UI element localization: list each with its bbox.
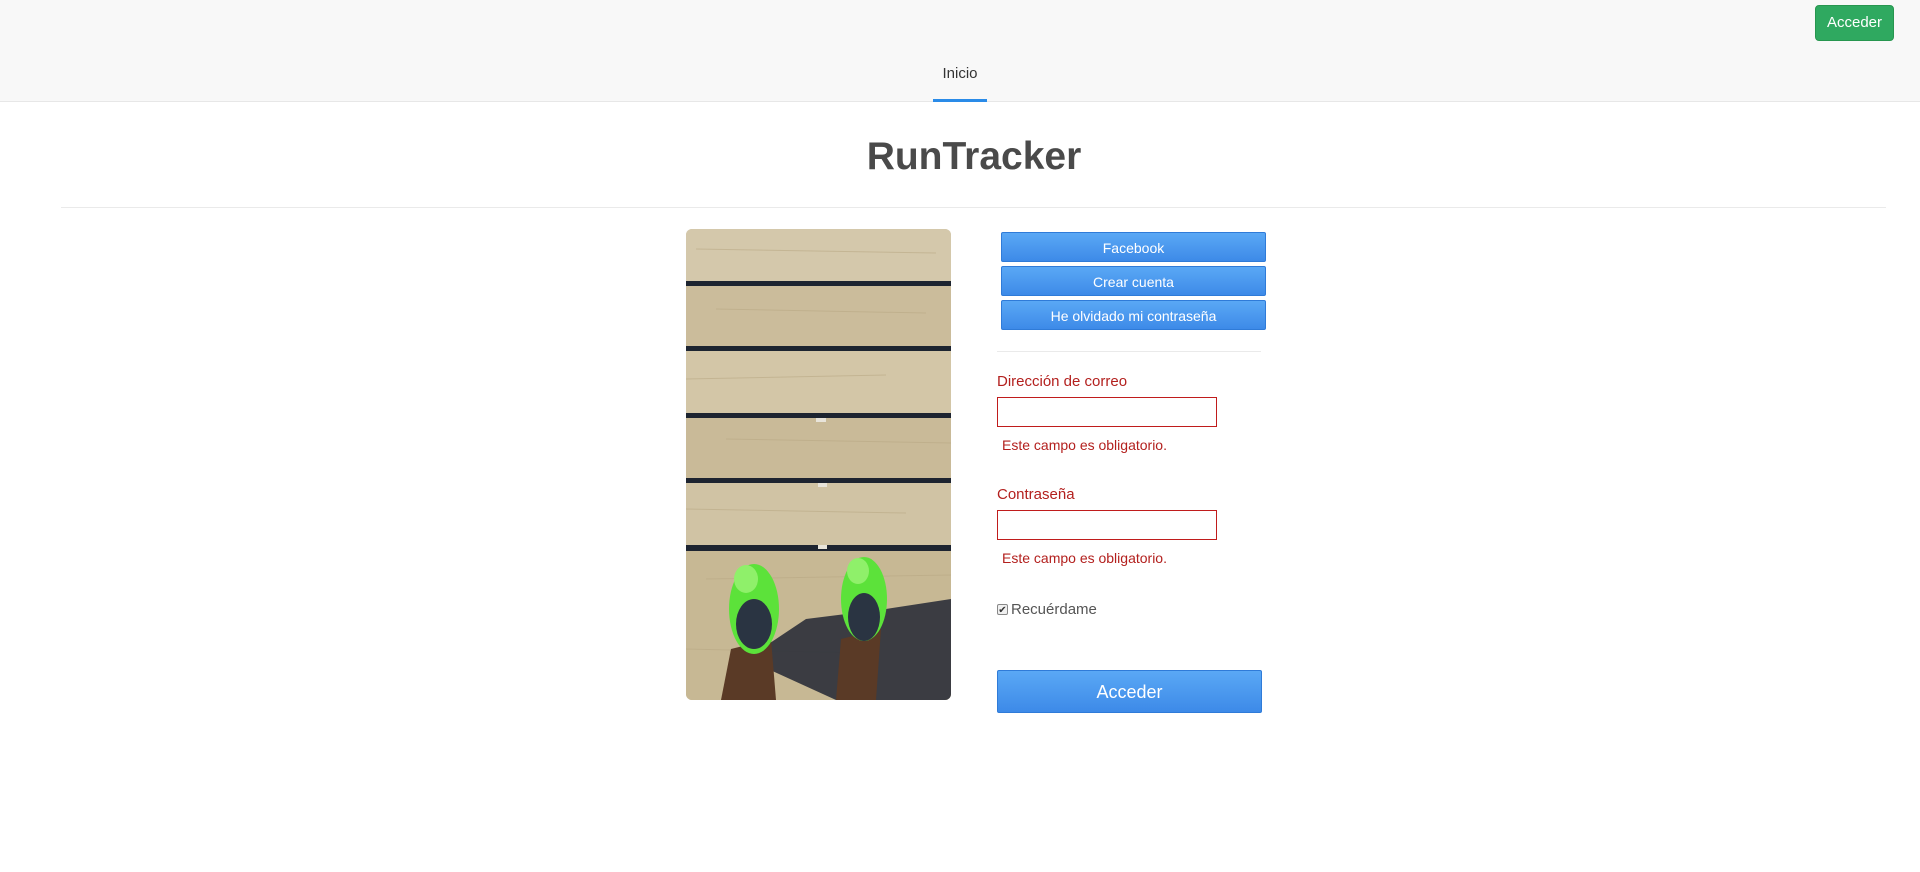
remember-me-row: ✔ Recuérdame [997,601,1097,618]
email-field[interactable] [997,397,1217,427]
create-account-button[interactable]: Crear cuenta [1001,266,1266,296]
running-shoes-photo-icon [686,229,951,700]
remember-me-checkbox[interactable]: ✔ [997,604,1008,616]
tab-inicio[interactable]: Inicio [933,50,987,102]
password-error-text: Este campo es obligatorio. [1002,550,1167,566]
nav-login-button[interactable]: Acceder [1814,5,1894,41]
page-title: RunTracker [866,135,1082,178]
hero-photo [686,229,951,700]
facebook-login-button[interactable]: Facebook [1001,232,1266,262]
email-error-text: Este campo es obligatorio. [1002,437,1167,453]
header-divider [61,207,1886,208]
top-navbar: Acceder Inicio [0,0,1920,102]
email-label: Dirección de correo [997,373,1128,390]
password-field[interactable] [997,510,1217,540]
remember-me-label[interactable]: Recuérdame [1011,601,1097,618]
forgot-password-button[interactable]: He olvidado mi contraseña [1001,300,1266,330]
login-submit-button[interactable]: Acceder [997,670,1262,713]
form-divider [997,351,1261,352]
password-label: Contraseña [997,486,1075,503]
